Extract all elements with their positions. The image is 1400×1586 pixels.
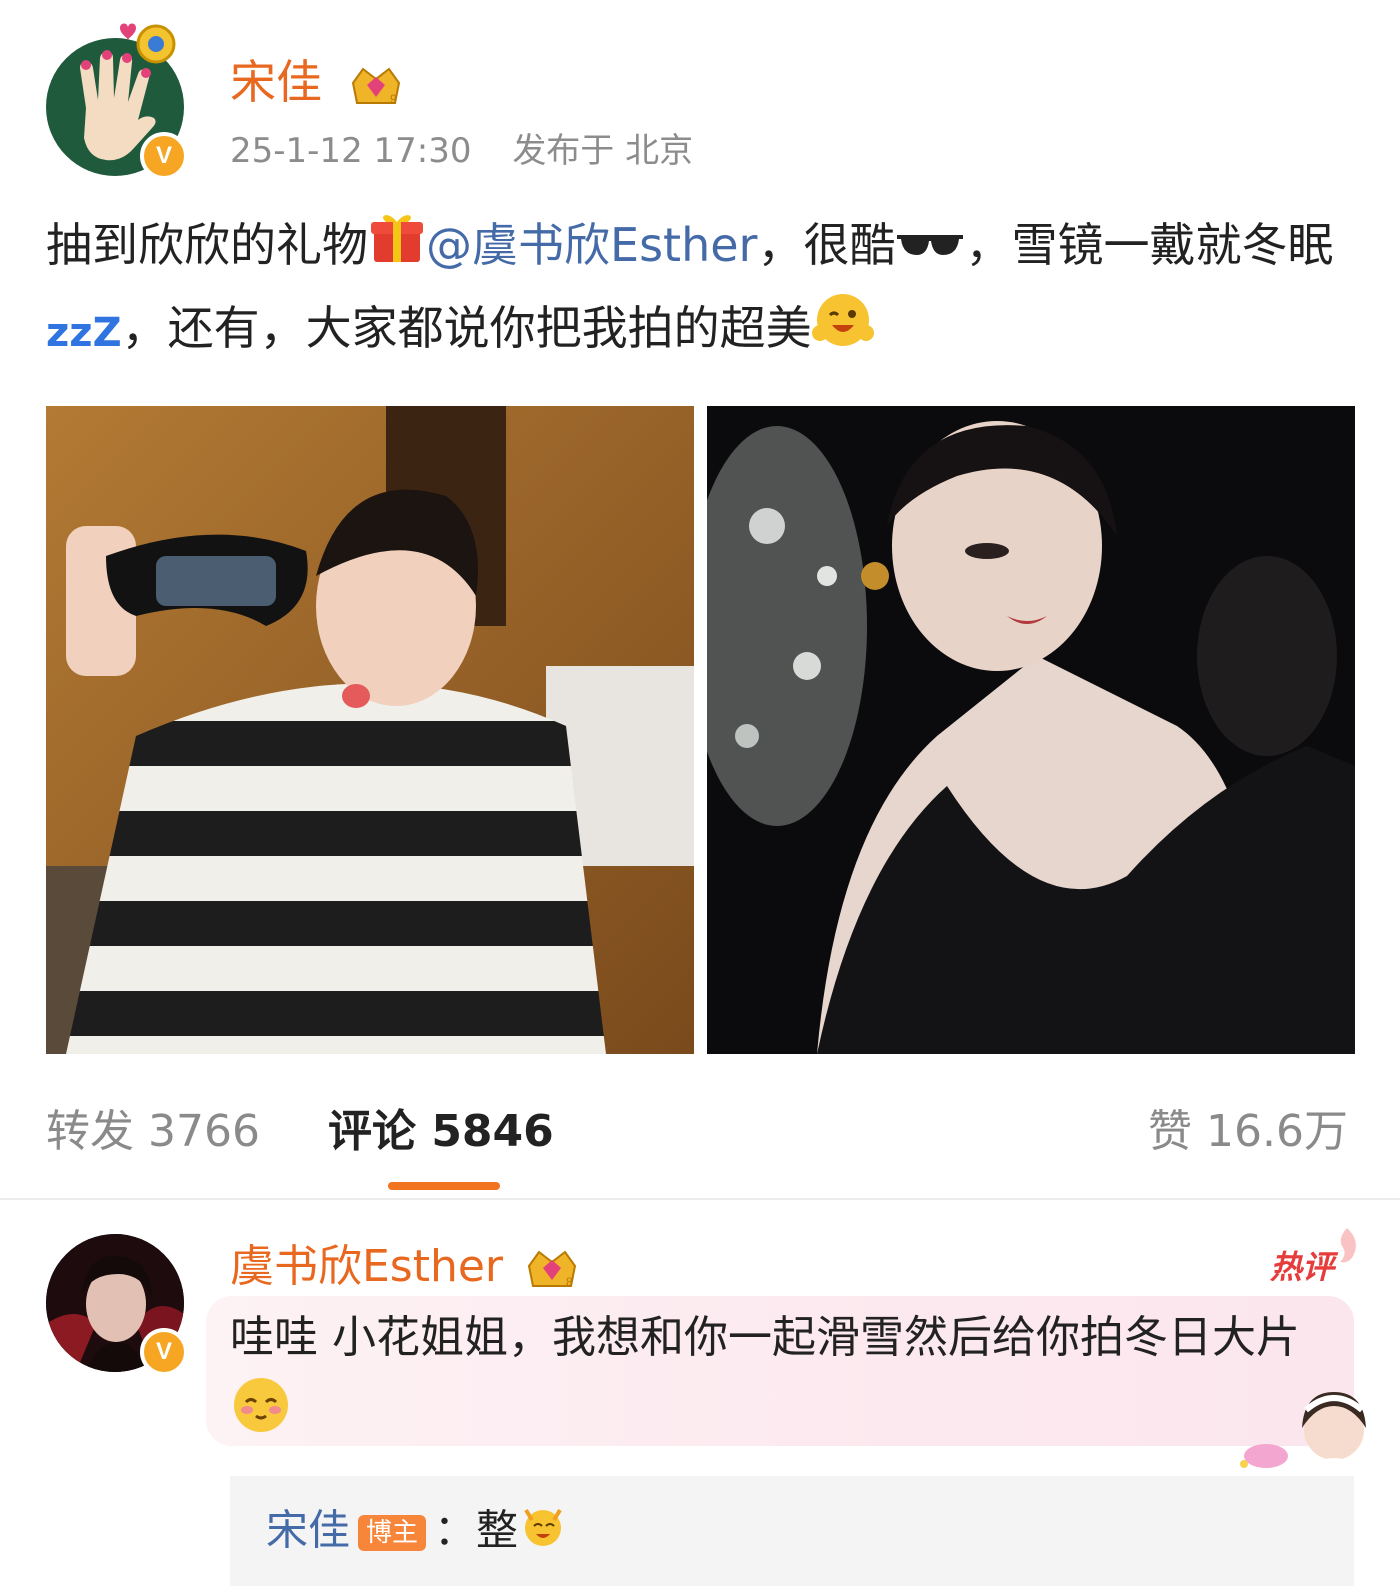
comment-sticker-girl-icon xyxy=(1234,1380,1374,1480)
blush-icon xyxy=(230,1374,292,1458)
post-text-part4: ，还有，大家都说你把我拍的超美 xyxy=(121,301,812,355)
svg-text:8: 8 xyxy=(566,1275,573,1289)
reply-line: 宋佳 博主 ：整 xyxy=(266,1500,568,1566)
reply-username[interactable]: 宋佳 xyxy=(266,1506,350,1555)
hot-comment-tag: 热评 xyxy=(1270,1248,1335,1286)
divider xyxy=(0,1198,1400,1200)
post-timestamp: 25-1-12 17:30 xyxy=(230,131,472,171)
svg-text:9: 9 xyxy=(390,92,397,106)
reply-text: ：整 xyxy=(434,1505,519,1555)
commenter-verified-badge-icon: V xyxy=(140,1328,188,1376)
zzz-text: zzZ xyxy=(46,310,122,356)
poster-username-text[interactable]: 宋佳 xyxy=(230,55,322,109)
post-location: 发布于 北京 xyxy=(512,131,694,171)
avatar-pendant-icon xyxy=(116,16,180,72)
flame-decoration-icon xyxy=(1332,1226,1362,1270)
sunglasses-icon xyxy=(895,210,965,288)
gift-icon xyxy=(368,208,426,289)
commenter-crown-badge-icon: 8 xyxy=(527,1250,577,1289)
like-button[interactable]: 赞 16.6万 xyxy=(1148,1102,1348,1162)
commenter-username-text[interactable]: 虞书欣Esther xyxy=(230,1241,503,1292)
mention-link[interactable]: @虞书欣Esther xyxy=(426,218,757,272)
repost-button[interactable]: 转发 3766 xyxy=(46,1102,260,1162)
verified-badge-icon: V xyxy=(140,132,188,180)
zzz-icon: zzZ xyxy=(46,291,122,372)
poster-username[interactable]: 宋佳 9 xyxy=(230,54,405,111)
post-text-part3: ，雪镜一戴就冬眠 xyxy=(965,218,1334,272)
post-text-part1: 抽到欣欣的礼物 xyxy=(46,218,368,272)
post-body: 抽到欣欣的礼物 @虞书欣Esther，很酷 ，雪镜一戴就冬眠 zzZ，还有，大家都说你… xyxy=(46,206,1356,374)
comment-text: 哇哇 小花姐姐，我想和你一起滑雪然后给你拍冬日大片 xyxy=(230,1302,1310,1458)
post-meta: 25-1-12 17:30 发布于 北京 xyxy=(230,128,723,174)
comment-tab[interactable]: 评论 5846 xyxy=(328,1102,554,1162)
crown-badge-icon: 9 xyxy=(351,67,400,106)
happy-wink-icon xyxy=(811,289,874,374)
post-photo-1[interactable] xyxy=(46,406,694,1054)
commenter-username[interactable]: 虞书欣Esther 8 xyxy=(230,1240,581,1294)
post-text-part2: ，很酷 xyxy=(757,218,896,272)
comment-text-content: 哇哇 小花姐姐，我想和你一起滑雪然后给你拍冬日大片 xyxy=(230,1312,1300,1363)
active-tab-indicator xyxy=(388,1182,500,1190)
cheer-icon xyxy=(518,1500,568,1566)
post-photo-2[interactable] xyxy=(707,406,1355,1054)
blogger-tag: 博主 xyxy=(358,1515,427,1551)
